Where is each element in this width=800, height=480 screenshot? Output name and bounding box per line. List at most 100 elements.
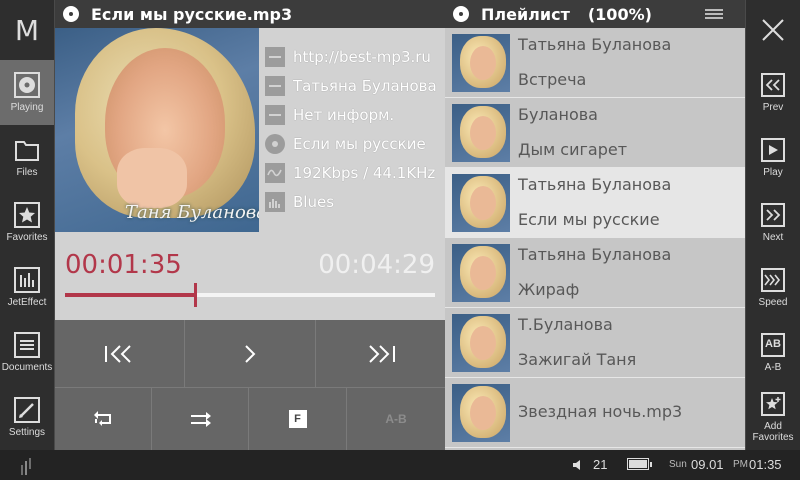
ab-repeat-button[interactable]: A-B (347, 388, 445, 450)
prev-button[interactable]: Prev (746, 60, 800, 125)
ab-button[interactable]: AB A-B (746, 320, 800, 385)
nav-settings[interactable]: Settings (0, 385, 54, 450)
track-thumbnail (452, 104, 510, 162)
previous-track-button[interactable] (55, 320, 186, 387)
track-thumbnail (452, 384, 510, 442)
disc-icon (14, 72, 40, 98)
play-button[interactable] (185, 320, 316, 387)
disc-icon (265, 133, 285, 154)
playlist-filename: Звездная ночь.mp3 (518, 402, 683, 421)
nav-favorites[interactable]: Favorites (0, 190, 54, 255)
playlist-label: Плейлист (481, 4, 570, 24)
play-side-button[interactable]: Play (746, 125, 800, 190)
playlist-item-current[interactable]: Татьяна Буланова Если мы русские (445, 168, 745, 238)
playback-modes: F A-B (55, 387, 445, 450)
close-icon (762, 19, 784, 41)
app-logo: M (14, 13, 40, 47)
repeat-button[interactable] (55, 388, 152, 450)
now-playing-header: Если мы русские.mp3 (55, 0, 445, 28)
playlist-song: Жираф (518, 280, 580, 299)
ab-side-label: A-B (764, 361, 782, 373)
next-label: Next (762, 231, 784, 243)
playlist-percent: (100%) (587, 4, 652, 24)
album-art: Таня Буланова (55, 28, 259, 232)
playlist-song: Встреча (518, 70, 587, 89)
progress-slider[interactable] (65, 283, 435, 307)
track-thumbnail (452, 34, 510, 92)
nav-label: Settings (8, 427, 46, 438)
playlist-artist: Татьяна Буланова (518, 35, 672, 54)
prev-label: Prev (762, 101, 784, 113)
shuffle-button[interactable] (152, 388, 249, 450)
next-button[interactable]: Next (746, 190, 800, 255)
playlist-artist: Буланова (518, 105, 598, 124)
battery-icon (627, 458, 652, 470)
meta-artist: Татьяна Буланова (265, 71, 440, 100)
shuffle-icon (191, 412, 211, 427)
ampm-label: PM (733, 459, 748, 470)
next-icon (761, 202, 785, 227)
playlist-header: Плейлист (100%) (445, 0, 745, 28)
playlist-item[interactable]: Татьяна Буланова Жираф (445, 238, 745, 308)
menu-icon[interactable] (705, 9, 723, 19)
fade-button[interactable]: F (249, 388, 347, 450)
nav-label: Playing (10, 102, 44, 113)
add-favorites-label: Add Favorites (752, 421, 794, 443)
pencil-icon (14, 397, 40, 423)
close-button[interactable] (746, 0, 800, 60)
now-playing-panel: Таня Буланова http://best-mp3.ru Татьяна… (55, 28, 445, 320)
track-thumbnail (452, 244, 510, 302)
repeat-icon (94, 411, 111, 426)
nav-label: Files (16, 167, 38, 178)
skip-back-icon (104, 344, 131, 363)
speed-button[interactable]: Speed (746, 255, 800, 320)
star-icon (14, 202, 40, 228)
ab-label: A-B (385, 412, 407, 426)
dash-icon (265, 75, 285, 96)
transport-controls (55, 320, 445, 387)
playlist-item[interactable]: Т.Буланова Зажигай Таня (445, 308, 745, 378)
progress-fill (65, 293, 195, 297)
play-label: Play (763, 166, 783, 178)
document-icon (14, 332, 40, 358)
clock: 01:35 (749, 457, 782, 472)
left-sidebar: M Playing Files Favorites JetEffect Docu… (0, 0, 55, 450)
dash-icon (265, 46, 285, 67)
playlist-artist: Татьяна Буланова (518, 245, 672, 264)
playlist-artist: Татьяна Буланова (518, 175, 672, 194)
playlist-song: Дым сигарет (518, 140, 628, 159)
ab-icon: AB (761, 332, 785, 357)
progress-handle[interactable] (193, 283, 197, 307)
playlist-song: Если мы русские (518, 210, 660, 229)
track-title: Если мы русские.mp3 (91, 4, 293, 24)
volume-level: 21 (593, 457, 608, 472)
skip-forward-icon (369, 344, 396, 363)
disc-icon (63, 6, 79, 22)
playlist-song: Зажигай Таня (518, 350, 637, 369)
day-label: Sun (669, 459, 687, 470)
nav-label: Documents (1, 362, 53, 373)
nav-playing[interactable]: Playing (0, 60, 54, 125)
track-thumbnail (452, 314, 510, 372)
wave-icon (265, 162, 285, 183)
nav-jeteffect[interactable]: JetEffect (0, 255, 54, 320)
playlist: Татьяна Буланова Встреча Буланова Дым си… (445, 28, 745, 450)
playlist-item[interactable]: Звездная ночь.mp3 (445, 378, 745, 448)
speed-label: Speed (758, 296, 788, 308)
playlist-item[interactable]: Татьяна Буланова Встреча (445, 28, 745, 98)
add-favorites-button[interactable]: Add Favorites (746, 385, 800, 450)
next-track-button[interactable] (316, 320, 445, 387)
nav-files[interactable]: Files (0, 125, 54, 190)
folder-icon (15, 141, 39, 161)
playlist-item[interactable]: Буланова Дым сигарет (445, 98, 745, 168)
signal-icon (21, 458, 31, 475)
battery-level (629, 460, 647, 468)
playlist-artist: Т.Буланова (518, 315, 613, 334)
add-favorite-icon (761, 392, 785, 416)
dash-icon (265, 104, 285, 125)
nav-documents[interactable]: Documents (0, 320, 54, 385)
disc-icon (453, 6, 469, 22)
nav-label: JetEffect (7, 297, 47, 308)
meta-genre: Blues (265, 187, 440, 216)
f-label: F (288, 410, 307, 428)
